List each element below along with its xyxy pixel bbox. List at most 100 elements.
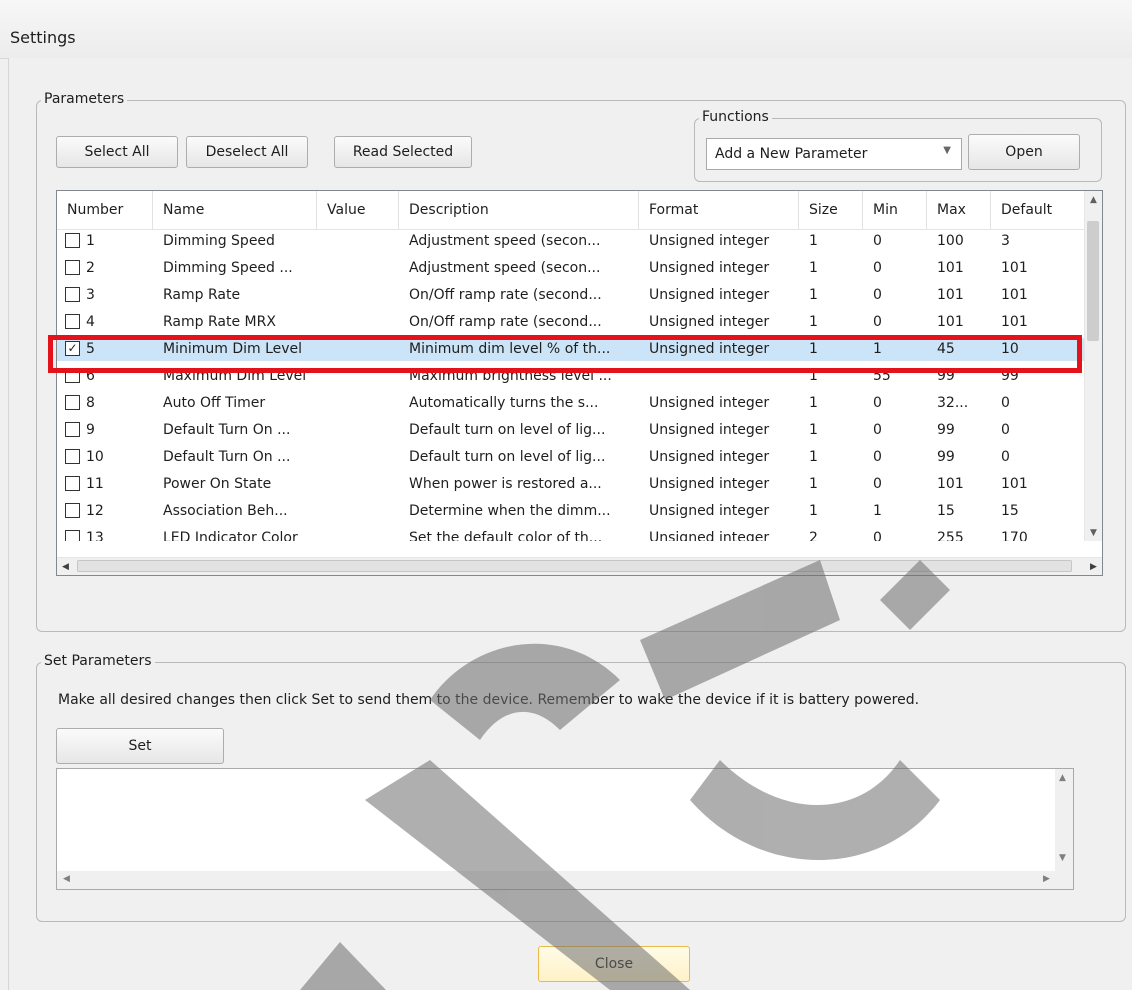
log-scroll-down-icon[interactable]: ▼ [1059,853,1066,863]
cell-number: 11 [57,473,153,496]
functions-dropdown-value: Add a New Parameter [715,146,868,162]
scroll-up-icon[interactable]: ▲ [1085,191,1102,208]
column-header-size[interactable]: Size [799,191,863,229]
functions-dropdown[interactable]: Add a New Parameter ▼ [706,138,962,170]
table-row[interactable]: 12 Association Beh... Determine when the d… [57,500,1085,523]
table-row[interactable]: 1 Dimming Speed Adjustment speed (secon...… [57,230,1085,253]
log-scroll-up-icon[interactable]: ▲ [1059,773,1066,783]
parameter-number: 1 [86,233,95,249]
checkbox-icon[interactable] [65,421,80,437]
cell-default: 101 [1001,287,1028,303]
cell-min: 0 [873,530,882,541]
column-header-description[interactable]: Description [399,191,639,229]
cell-min: 0 [873,260,882,276]
table-row[interactable]: 9 Default Turn On ... Default turn on leve… [57,419,1085,442]
table-row[interactable]: 2 Dimming Speed ... Adjustment speed (seco… [57,257,1085,280]
checkbox-icon[interactable] [65,448,80,464]
cell-value [317,419,399,442]
cell-name: Dimming Speed [163,233,275,249]
cell-value [317,230,399,253]
table-row[interactable]: 3 Ramp Rate On/Off ramp rate (second... Uns… [57,284,1085,307]
checkbox-icon[interactable] [65,502,80,518]
log-scroll-left-icon[interactable]: ◀ [63,874,70,884]
cell-format: Unsigned integer [649,395,770,411]
table-row[interactable]: 11 Power On State When power is restored a… [57,473,1085,496]
column-header-min[interactable]: Min [863,191,927,229]
table-row[interactable]: 6 Maximum Dim Level Maximum brightness lev… [57,365,1085,388]
cell-default: 101 [1001,476,1028,492]
cell-max: 15 [937,503,955,519]
parameter-number: 2 [86,260,95,276]
table-row[interactable]: 10 Default Turn On ... Default turn on lev… [57,446,1085,469]
checkbox-icon[interactable] [65,313,80,329]
checkbox-icon[interactable] [65,367,80,383]
checkbox-icon[interactable] [65,232,80,248]
cell-default: 101 [1001,314,1028,330]
cell-description: Default turn on level of lig... [409,422,606,438]
column-header-number[interactable]: Number [57,191,153,229]
deselect-all-button[interactable]: Deselect All [186,136,308,168]
parameter-number: 10 [86,449,104,465]
column-header-default[interactable]: Default [991,191,1085,229]
cell-min: 0 [873,314,882,330]
table-row[interactable]: 8 Auto Off Timer Automatically turns the s… [57,392,1085,415]
scroll-down-icon[interactable]: ▼ [1085,524,1102,541]
grid-horizontal-scrollbar[interactable]: ◀ ▶ [57,557,1102,575]
cell-number: ✓ 5 [57,338,153,361]
scroll-right-icon[interactable]: ▶ [1085,558,1102,575]
cell-default: 0 [1001,422,1010,438]
cell-min: 0 [873,422,882,438]
cell-description: Determine when the dimm... [409,503,611,519]
cell-number: 10 [57,446,153,469]
cell-name: Association Beh... [163,503,288,519]
set-parameters-group-label: Set Parameters [41,653,155,669]
cell-name: Ramp Rate [163,287,241,303]
cell-description: Adjustment speed (secon... [409,233,601,249]
column-header-max[interactable]: Max [927,191,991,229]
log-horizontal-scrollbar[interactable]: ◀ ▶ [57,871,1073,889]
cell-description: Default turn on level of lig... [409,449,606,465]
column-header-name[interactable]: Name [153,191,317,229]
read-selected-button[interactable]: Read Selected [334,136,472,168]
grid-vertical-scrollbar[interactable]: ▲ ▼ [1084,191,1102,541]
checkbox-icon[interactable] [65,259,80,275]
table-row[interactable]: 13 LED Indicator Color Set the default col… [57,527,1085,541]
cell-size: 2 [809,530,818,541]
scroll-left-icon[interactable]: ◀ [57,558,74,575]
cell-value [317,446,399,469]
table-row[interactable]: 4 Ramp Rate MRX On/Off ramp rate (second..… [57,311,1085,334]
checkbox-checked-icon[interactable]: ✓ [65,340,80,356]
set-output-textarea[interactable]: ▲ ▼ ◀ ▶ [56,768,1074,890]
hscroll-thumb[interactable] [77,560,1072,572]
cell-value [317,311,399,334]
checkbox-icon[interactable] [65,394,80,410]
cell-format: Unsigned integer [649,287,770,303]
checkbox-icon[interactable] [65,475,80,491]
close-button[interactable]: Close [538,946,690,982]
cell-min: 0 [873,395,882,411]
select-all-button[interactable]: Select All [56,136,178,168]
dropdown-arrow-icon[interactable]: ▼ [943,145,951,156]
cell-format: Unsigned integer [649,314,770,330]
parameter-number: 11 [86,476,104,492]
column-header-format[interactable]: Format [639,191,799,229]
cell-number: 2 [57,257,153,280]
functions-group-label: Functions [699,109,772,125]
table-row[interactable]: ✓ 5 Minimum Dim Level Minimum dim level % o… [57,338,1085,361]
checkbox-icon[interactable] [65,286,80,302]
scroll-thumb[interactable] [1087,221,1099,341]
log-scroll-right-icon[interactable]: ▶ [1043,874,1050,884]
cell-max: 101 [937,314,964,330]
parameters-grid[interactable]: Number Name Value Description Format Size Min M… [56,190,1103,576]
open-button[interactable]: Open [968,134,1080,170]
cell-format: Unsigned integer [649,476,770,492]
cell-format: Unsigned integer [649,260,770,276]
log-vertical-scrollbar[interactable]: ▲ ▼ [1055,769,1073,871]
set-parameters-hint: Make all desired changes then click Set … [58,692,920,708]
set-button[interactable]: Set [56,728,224,764]
cell-value [317,284,399,307]
cell-name: Maximum Dim Level [163,368,307,384]
column-header-value[interactable]: Value [317,191,399,229]
checkbox-icon[interactable] [65,529,80,541]
cell-default: 170 [1001,530,1028,541]
